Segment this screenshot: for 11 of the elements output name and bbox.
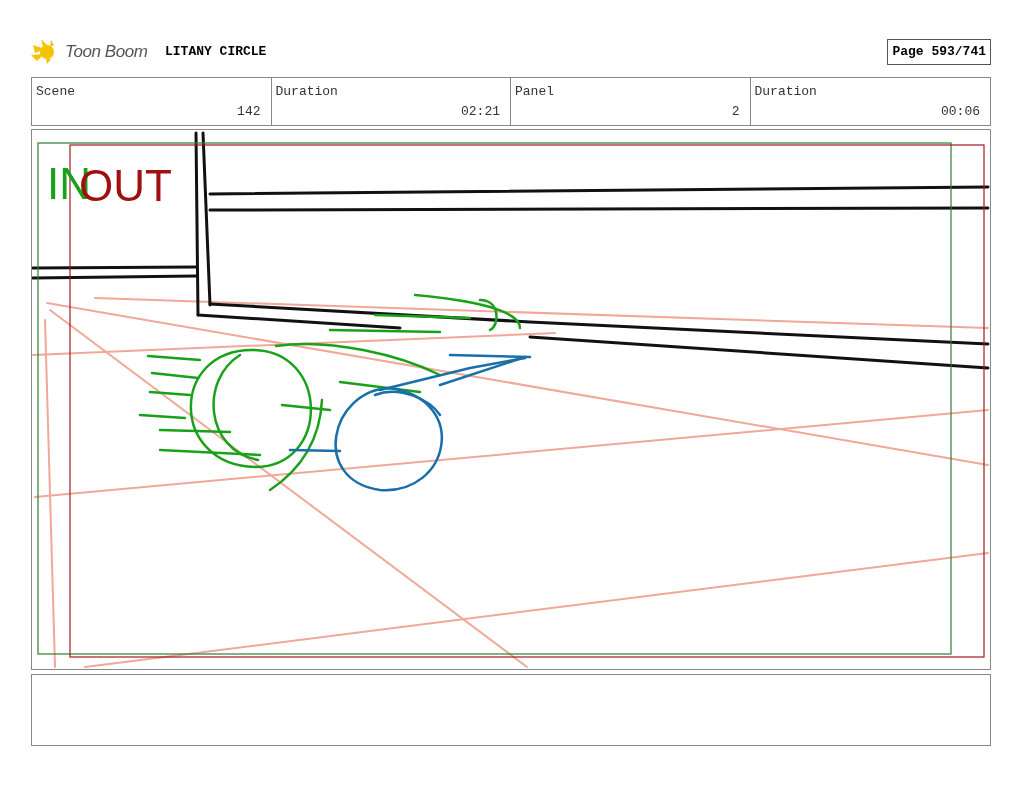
field-value: 142 — [237, 102, 261, 121]
logo-text: Toon Boom — [65, 41, 148, 64]
field-label: Duration — [275, 83, 338, 101]
page-number: Page 593/741 — [887, 39, 991, 65]
field-label: Scene — [36, 83, 75, 101]
document-title: LITANY CIRCLE — [165, 43, 267, 62]
field-value: 2 — [731, 102, 740, 121]
field-value: 02:21 — [461, 102, 500, 121]
field-label: Panel — [515, 83, 554, 101]
field-value: 00:06 — [941, 102, 980, 121]
field-label: Duration — [754, 83, 817, 101]
